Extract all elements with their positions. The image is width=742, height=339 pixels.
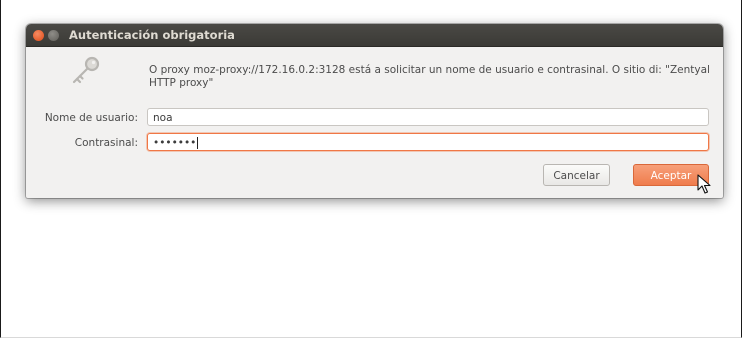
text-caret: [197, 137, 199, 149]
cancel-button[interactable]: Cancelar: [543, 164, 610, 186]
mouse-pointer-icon: [697, 174, 711, 194]
username-label: Nome de usuario:: [44, 112, 138, 124]
dialog-titlebar: Autenticación obrigatoria: [26, 24, 723, 47]
minimize-icon[interactable]: [48, 29, 59, 41]
username-field[interactable]: noa: [147, 108, 709, 126]
authentication-dialog: Autenticación obrigatoria O proxy moz-pr…: [26, 24, 723, 198]
password-label: Contrasinal:: [74, 137, 138, 149]
password-field[interactable]: •••••••: [147, 133, 709, 151]
close-icon[interactable]: [33, 29, 44, 41]
dialog-message: O proxy moz-proxy://172.16.0.2:3128 está…: [149, 64, 710, 89]
key-icon: [72, 56, 100, 84]
password-value: •••••••: [153, 137, 197, 149]
dialog-title: Autenticación obrigatoria: [69, 28, 235, 42]
username-value: noa: [153, 112, 173, 124]
